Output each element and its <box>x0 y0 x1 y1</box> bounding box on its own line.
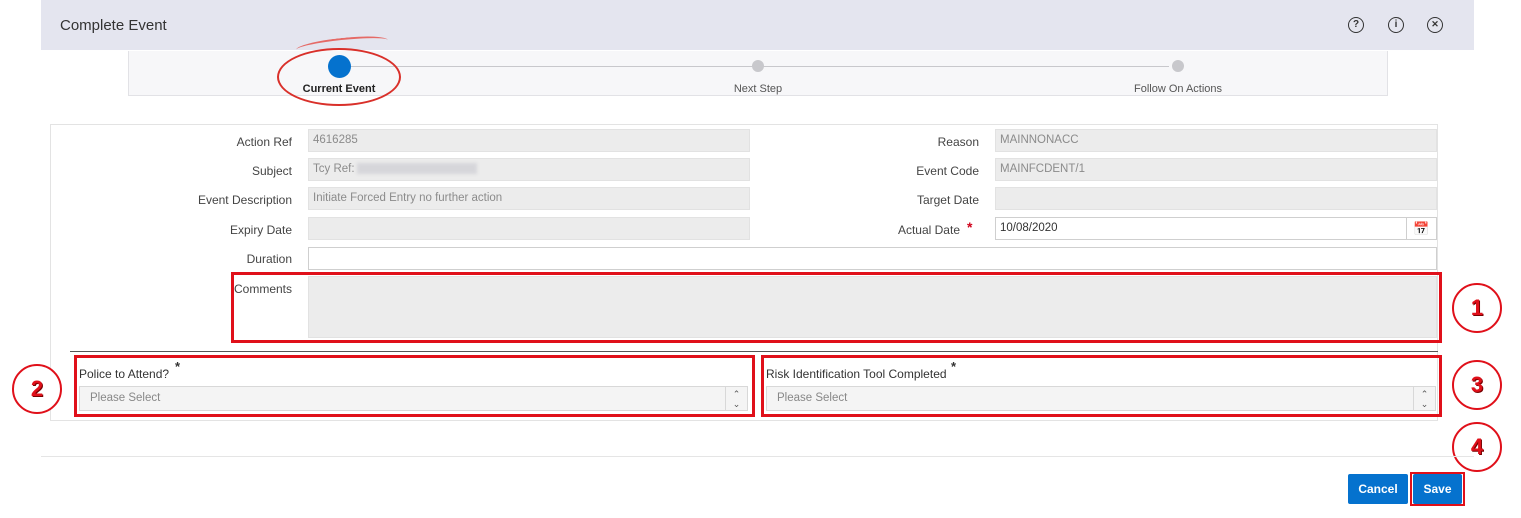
section-divider <box>70 351 1438 352</box>
action-ref-field: 4616285 <box>308 129 750 152</box>
help-icon[interactable]: ? <box>1348 17 1364 33</box>
step-dot-next <box>752 60 764 72</box>
annotation-number-4: 4 <box>1452 422 1502 472</box>
target-date-label: Target Date <box>916 193 979 207</box>
subject-value: Tcy Ref: <box>313 163 355 175</box>
actual-date-input[interactable]: 10/08/2020 📅 <box>995 217 1437 240</box>
annotation-number-1: 1 <box>1452 283 1502 333</box>
event-description-label: Event Description <box>197 193 292 207</box>
actual-date-value: 10/08/2020 <box>1000 222 1058 234</box>
annotation-number-2: 2 <box>12 364 62 414</box>
dialog-header: Complete Event ? i ✕ <box>41 0 1474 50</box>
annotation-number-3: 3 <box>1452 360 1502 410</box>
footer-divider <box>41 456 1474 457</box>
step-label-next: Next Step <box>733 83 783 95</box>
annotation-box-risk <box>761 355 1442 417</box>
reason-label: Reason <box>937 135 979 149</box>
save-button[interactable]: Save <box>1413 474 1462 504</box>
actual-date-label: Actual Date <box>897 223 960 237</box>
current-step-highlight <box>277 48 401 106</box>
calendar-icon[interactable]: 📅 <box>1406 218 1436 239</box>
close-icon[interactable]: ✕ <box>1427 17 1443 33</box>
duration-label: Duration <box>246 252 292 266</box>
step-dot-follow <box>1172 60 1184 72</box>
action-ref-label: Action Ref <box>236 135 292 149</box>
expiry-date-label: Expiry Date <box>229 223 292 237</box>
subject-label: Subject <box>251 164 292 178</box>
subject-field: Tcy Ref: <box>308 158 750 181</box>
actual-date-required-mark: * <box>967 219 973 235</box>
annotation-box-police <box>74 355 755 417</box>
step-label-follow: Follow On Actions <box>1133 83 1223 95</box>
redacted-block <box>356 163 477 175</box>
target-date-field <box>995 187 1437 210</box>
annotation-box-comments <box>231 272 1442 343</box>
event-code-label: Event Code <box>916 164 979 178</box>
reason-field: MAINNONACC <box>995 129 1437 152</box>
cancel-button[interactable]: Cancel <box>1348 474 1408 504</box>
info-icon[interactable]: i <box>1388 17 1404 33</box>
event-description-field: Initiate Forced Entry no further action <box>308 187 750 210</box>
event-code-field: MAINFCDENT/1 <box>995 158 1437 181</box>
duration-input[interactable] <box>308 247 1437 270</box>
expiry-date-field <box>308 217 750 240</box>
dialog-title: Complete Event <box>60 17 167 34</box>
